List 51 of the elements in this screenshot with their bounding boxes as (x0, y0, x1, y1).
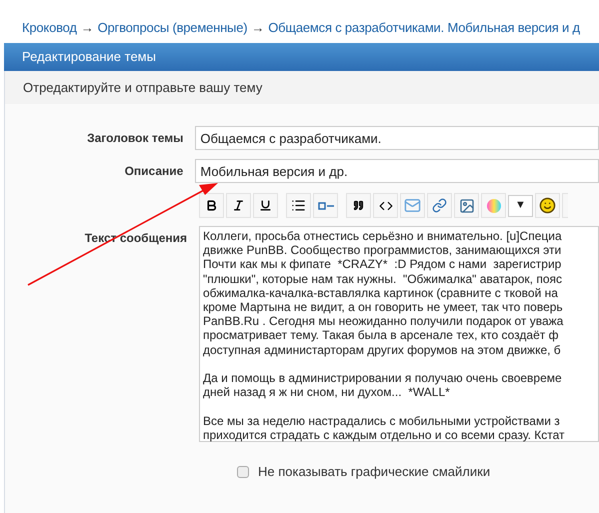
list-icon (291, 198, 306, 213)
breadcrumb-separator: → (251, 19, 264, 38)
color-button[interactable] (481, 193, 506, 218)
link-icon (432, 198, 447, 213)
italic-button[interactable] (226, 193, 251, 218)
italic-icon (232, 199, 245, 212)
bold-button[interactable] (199, 193, 224, 218)
bold-icon (205, 199, 218, 212)
checkbox[interactable] (237, 466, 249, 478)
message-textarea[interactable] (199, 226, 599, 442)
smiley-icon (539, 197, 556, 214)
message-line: обжималка-качалка-вставлялка картинок (сравните с тковой на (203, 286, 558, 300)
underline-button[interactable] (253, 193, 278, 218)
panel-subtitle: Отредактируйте и отправьте вашу тему (23, 78, 262, 97)
message-line: Почти как мы к фипате *CRAZY* :D Рядом с нами зарегистрир (203, 257, 562, 272)
message-line: кроме Мартына не видит, а он говорить не умеет, так что поверь (203, 300, 563, 314)
panel-title: Редактирование темы (22, 48, 156, 66)
message-line: дней назад я ж ни сном, ни духом... *WALL* (203, 385, 450, 400)
list-item-icon (318, 202, 334, 210)
description-field[interactable]: Мобильная версия и др. (195, 159, 599, 183)
underline-icon (259, 199, 272, 212)
message-line: "плюшки", которые нам так нужны. "Обжималка" аватарок, пояс (203, 272, 562, 286)
breadcrumb-link[interactable]: Оргвопросы (временные) (98, 18, 248, 38)
quote-icon (353, 200, 364, 211)
link-button[interactable] (427, 193, 452, 218)
color-wheel-icon (486, 198, 502, 214)
smiley-button[interactable] (535, 193, 560, 218)
message-line: доступная администарторам других форумов на этом движке, б (203, 342, 561, 357)
list-item-button[interactable] (313, 193, 338, 218)
message-line: Коллеги, просьба отнестись серьёзно и внимательно. [u]Специа (203, 229, 562, 244)
list-button[interactable] (286, 193, 311, 218)
dropdown-button[interactable]: ▼ (508, 194, 533, 216)
image-button[interactable] (454, 193, 479, 218)
field-label: Текст сообщения (84, 230, 187, 243)
message-line: движке PunBB. Сообщество программистов, занимающихся эти (203, 243, 562, 258)
checkbox-label: Не показывать графические смайлики (258, 463, 490, 481)
message-line: просматривает тему. Такая была в арсенале тех, кто создаёт ф (203, 328, 558, 343)
breadcrumb-separator: → (80, 19, 94, 38)
message-line: Да и помощь в администрировании я получаю очень своевреме (203, 371, 562, 386)
breadcrumb-link[interactable]: Общаемся с разработчиками. Мобильная версия и д (268, 18, 580, 38)
image-icon (458, 198, 474, 214)
code-button[interactable] (373, 193, 398, 218)
subject-field[interactable]: Общаемся с разработчиками. (195, 126, 599, 150)
breadcrumb-link[interactable]: Кроковод (22, 18, 77, 38)
field-label: Заголовок темы (86, 130, 184, 147)
message-line: приходится страдать с каждым отдельно и со всеми сразу. Кстат (203, 428, 565, 442)
quote-button[interactable] (346, 193, 371, 218)
message-line: PanBB.Ru . Сегодня мы неожиданно получили подарок от уважа (203, 314, 564, 328)
mail-icon (404, 197, 421, 214)
message-line: Все мы за неделю настрадались с мобильными устройствами з (203, 414, 560, 428)
field-label: Описание (124, 163, 184, 180)
